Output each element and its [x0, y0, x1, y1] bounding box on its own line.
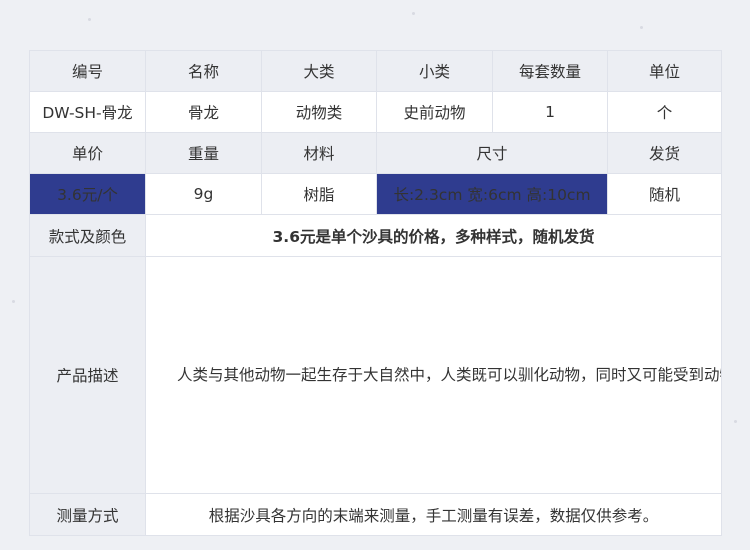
header-size: 尺寸 [376, 132, 608, 174]
value-size: 长:2.3cm 宽:6cm 高:10cm [376, 173, 608, 215]
header-material: 材料 [261, 132, 377, 174]
background-speck [88, 18, 91, 21]
product-spec-table: 编号 名称 大类 小类 每套数量 单位 DW-SH-骨龙 骨龙 动物类 史前动物… [29, 50, 722, 536]
style-row: 款式及颜色 3.6元是单个沙具的价格，多种样式，随机发货 [29, 214, 722, 257]
background-speck [640, 26, 643, 29]
value-unit: 个 [607, 91, 722, 133]
spec-header-row: 编号 名称 大类 小类 每套数量 单位 [29, 50, 722, 92]
description-text: 人类与其他动物一起生存于大自然中，人类既可以驯化动物，同时又可能受到动物的威胁和… [177, 366, 721, 384]
style-value: 3.6元是单个沙具的价格，多种样式，随机发货 [145, 214, 722, 257]
header-shipping: 发货 [607, 132, 722, 174]
header-code: 编号 [29, 50, 146, 92]
background-speck [12, 300, 15, 303]
value-quantity-per-set: 1 [492, 91, 608, 133]
header-subcategory: 小类 [376, 50, 493, 92]
description-cell: 人类与其他动物一起生存于大自然中，人类既可以驯化动物，同时又可能受到动物的威胁和… [145, 256, 722, 494]
measure-label: 测量方式 [29, 493, 146, 536]
description-row: 产品描述 人类与其他动物一起生存于大自然中，人类既可以驯化动物，同时又可能受到动… [29, 256, 722, 494]
spec-value-row: DW-SH-骨龙 骨龙 动物类 史前动物 1 个 [29, 91, 722, 133]
header-weight: 重量 [145, 132, 262, 174]
background-speck [412, 12, 415, 15]
spec-header-row-2: 单价 重量 材料 尺寸 发货 [29, 132, 722, 174]
background-speck [734, 420, 737, 423]
header-unit: 单位 [607, 50, 722, 92]
value-price: 3.6元/个 [29, 173, 146, 215]
description-label: 产品描述 [29, 256, 146, 494]
value-category: 动物类 [261, 91, 377, 133]
spec-value-row-2: 3.6元/个 9g 树脂 长:2.3cm 宽:6cm 高:10cm 随机 [29, 173, 722, 215]
value-subcategory: 史前动物 [376, 91, 493, 133]
header-quantity-per-set: 每套数量 [492, 50, 608, 92]
measure-row: 测量方式 根据沙具各方向的末端来测量，手工测量有误差，数据仅供参考。 [29, 493, 722, 536]
measure-value: 根据沙具各方向的末端来测量，手工测量有误差，数据仅供参考。 [145, 493, 722, 536]
value-code: DW-SH-骨龙 [29, 91, 146, 133]
header-price: 单价 [29, 132, 146, 174]
value-name: 骨龙 [145, 91, 262, 133]
value-shipping: 随机 [607, 173, 722, 215]
header-category: 大类 [261, 50, 377, 92]
header-name: 名称 [145, 50, 262, 92]
style-label: 款式及颜色 [29, 214, 146, 257]
value-material: 树脂 [261, 173, 377, 215]
value-weight: 9g [145, 173, 262, 215]
